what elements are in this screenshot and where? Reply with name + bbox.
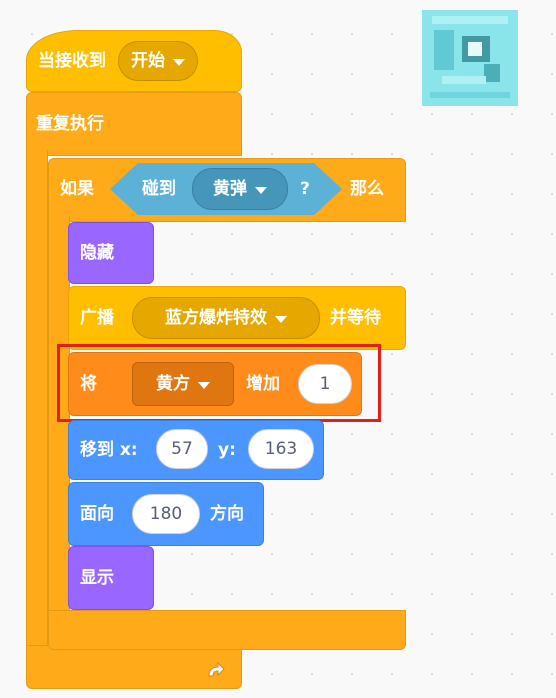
hide-label: 隐藏 xyxy=(80,243,114,263)
touch-target-dropdown[interactable]: 黄弹 xyxy=(192,168,288,210)
forever-label: 重复执行 xyxy=(36,114,104,134)
broadcast-label: 广播 xyxy=(80,308,114,328)
touch-target-value: 黄弹 xyxy=(213,178,247,199)
question-mark: ? xyxy=(300,179,310,199)
sprite-thumbnail[interactable] xyxy=(422,10,518,106)
y-value: 163 xyxy=(264,439,298,459)
chevron-down-icon xyxy=(173,58,185,66)
message-value: 开始 xyxy=(131,50,165,71)
highlight-box xyxy=(57,344,381,422)
broadcast-message-value: 蓝方爆炸特效 xyxy=(165,307,267,328)
chevron-down-icon xyxy=(255,186,267,194)
and-wait-label: 并等待 xyxy=(330,308,381,328)
forever-arm xyxy=(26,150,48,650)
point-label: 面向 xyxy=(80,504,114,524)
then-label: 那么 xyxy=(350,179,384,199)
chevron-down-icon xyxy=(275,315,287,323)
goto-y-label: y: xyxy=(218,440,236,460)
if-bottom-block xyxy=(48,610,406,650)
direction-input[interactable]: 180 xyxy=(132,494,200,534)
when-receive-label: 当接收到 xyxy=(38,50,106,71)
show-label: 显示 xyxy=(80,568,114,588)
message-dropdown[interactable]: 开始 xyxy=(118,41,198,81)
sprite-pixel-icon xyxy=(422,10,518,106)
touching-label: 碰到 xyxy=(142,179,176,199)
x-input[interactable]: 57 xyxy=(156,429,208,469)
direction-unit-label: 方向 xyxy=(210,504,244,524)
x-value: 57 xyxy=(171,439,193,459)
broadcast-message-dropdown[interactable]: 蓝方爆炸特效 xyxy=(132,297,320,339)
direction-value: 180 xyxy=(149,504,183,524)
if-label: 如果 xyxy=(60,179,94,199)
y-input[interactable]: 163 xyxy=(248,429,314,469)
goto-x-label: 移到 x: xyxy=(80,440,138,460)
loop-arrow-icon xyxy=(205,660,227,682)
